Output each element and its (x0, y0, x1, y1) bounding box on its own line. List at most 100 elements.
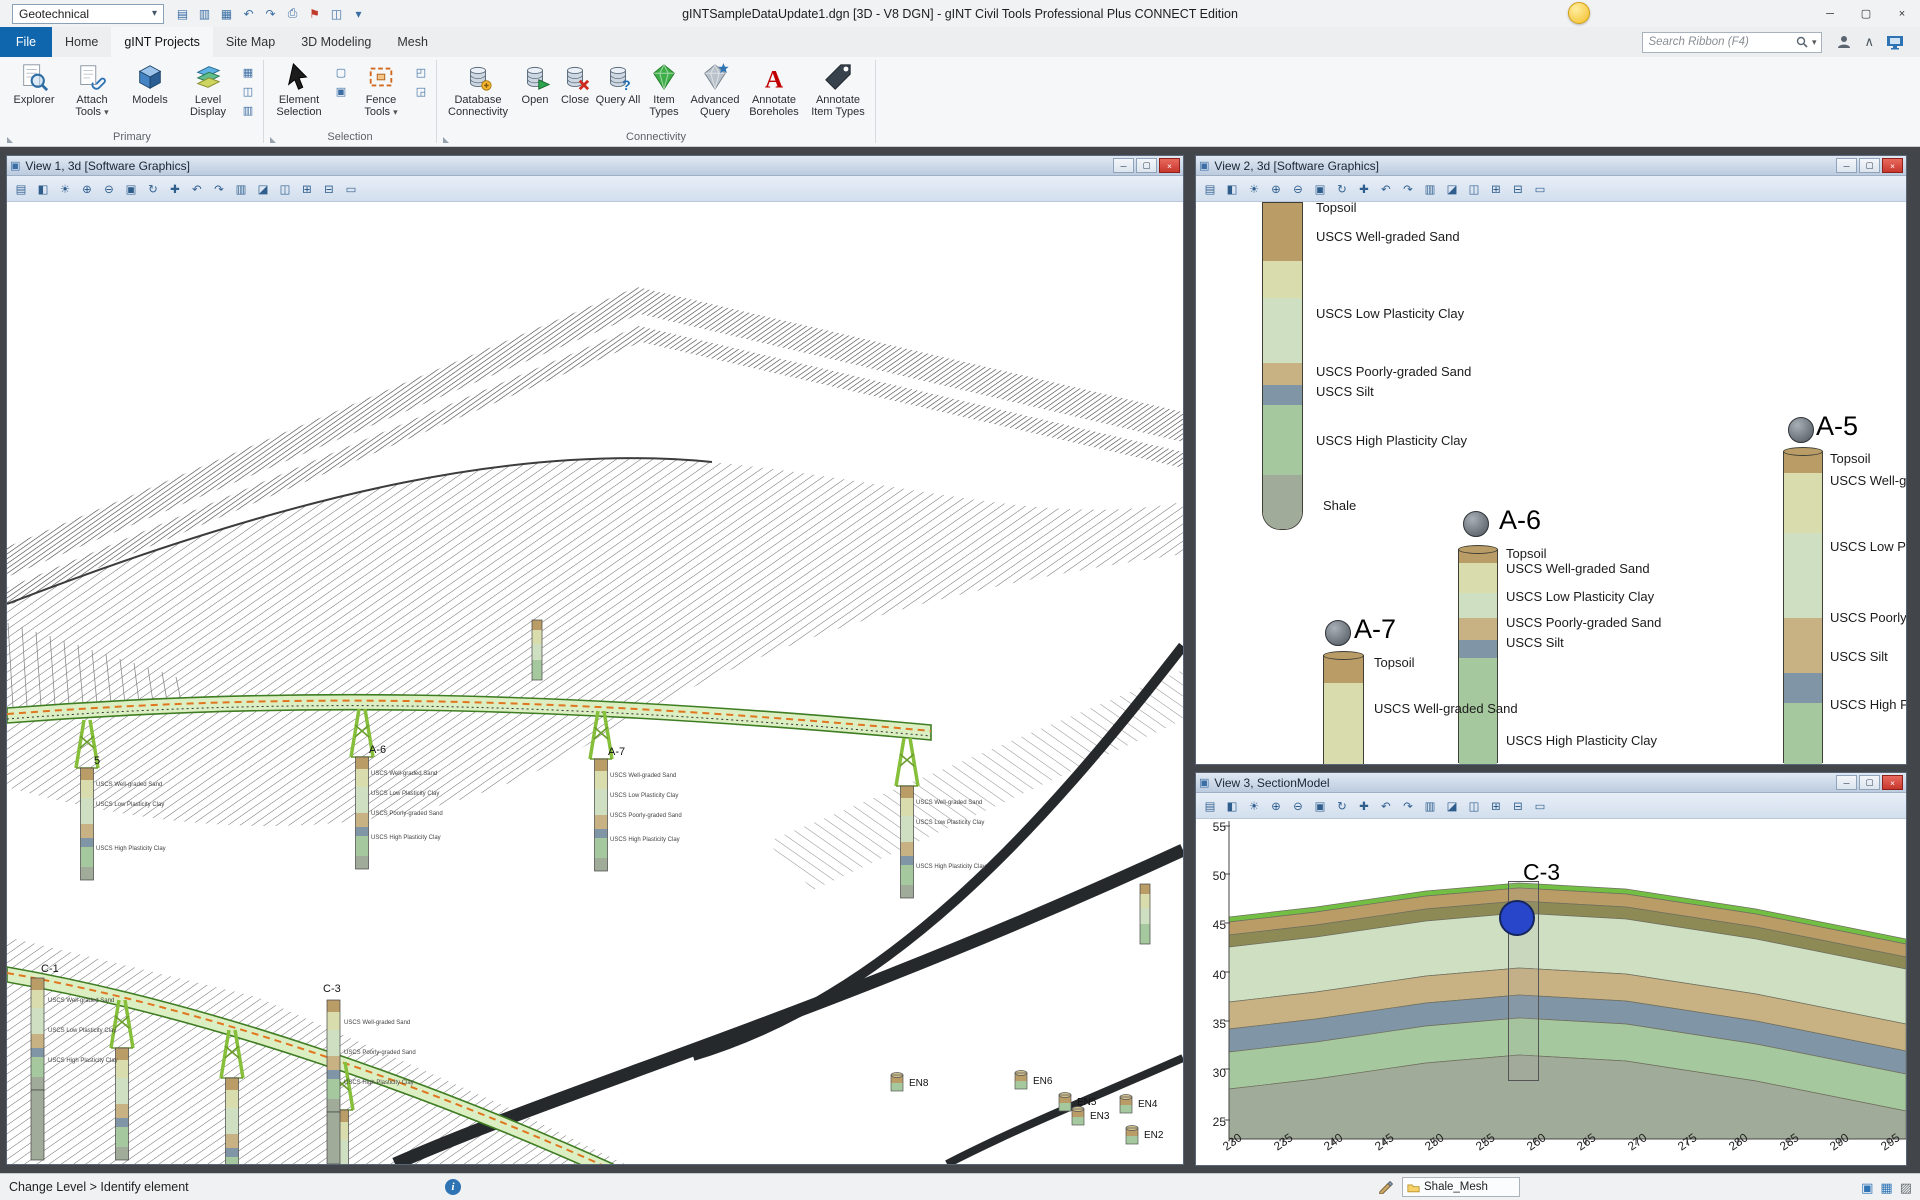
advanced-query-button[interactable]: Advanced Query (687, 59, 743, 118)
tab-mesh[interactable]: Mesh (384, 27, 441, 57)
close-button-db[interactable]: Close (555, 59, 595, 107)
tile-windows-icon[interactable]: ⊟ (319, 180, 339, 198)
fence-mode-icon[interactable]: ◲ (412, 83, 430, 99)
view-display-mode-icon[interactable]: ◧ (33, 180, 53, 198)
borehole-log-a5[interactable] (1783, 447, 1823, 764)
copy-view-icon[interactable]: ▥ (1420, 797, 1440, 815)
models-button[interactable]: Models (121, 59, 179, 107)
view-display-mode-icon[interactable]: ◧ (1222, 797, 1242, 815)
clip-mask-icon[interactable]: ◫ (1464, 180, 1484, 198)
qat-customize-icon[interactable]: ▾ (348, 3, 369, 24)
tab-gint-projects[interactable]: gINT Projects (111, 27, 213, 57)
zoom-out-icon[interactable]: ⊖ (99, 180, 119, 198)
tab-file[interactable]: File (0, 27, 52, 57)
borehole-marker[interactable] (1325, 620, 1351, 646)
connect-notification-icon[interactable] (1568, 2, 1590, 24)
clip-volume-icon[interactable]: ◪ (253, 180, 273, 198)
zoom-out-icon[interactable]: ⊖ (1288, 797, 1308, 815)
search-input[interactable] (1648, 36, 1792, 48)
print-icon[interactable]: ⎙ (282, 3, 303, 24)
annotate-item-types-button[interactable]: Annotate Item Types (805, 59, 871, 118)
close-button[interactable]: × (1884, 0, 1920, 27)
details-grid-icon[interactable]: ▨ (1900, 1180, 1912, 1196)
pan-view-icon[interactable]: ✚ (1354, 180, 1374, 198)
info-icon[interactable]: i (445, 1179, 461, 1195)
tile-windows-icon[interactable]: ⊟ (1508, 180, 1528, 198)
view2-canvas[interactable]: Topsoil USCS Well-graded Sand USCS Low P… (1196, 202, 1906, 764)
element-selection-button[interactable]: Element Selection (268, 59, 330, 118)
clip-mask-icon[interactable]: ◫ (1464, 797, 1484, 815)
adjust-brightness-icon[interactable]: ☀ (55, 180, 75, 198)
saved-views-icon[interactable]: ◫ (239, 83, 257, 99)
view-next-icon[interactable]: ↷ (1398, 180, 1418, 198)
user-icon[interactable] (1836, 34, 1852, 50)
ribbon-search-box[interactable]: ▾ (1642, 31, 1823, 53)
selection-mode-icon[interactable]: ▣ (332, 83, 350, 99)
view-minimize-button[interactable]: ─ (1836, 775, 1857, 790)
view-display-mode-icon[interactable]: ◧ (1222, 180, 1242, 198)
pencil-icon[interactable] (1378, 1179, 1394, 1197)
view-dialog-icon[interactable]: ▭ (1530, 180, 1550, 198)
tab-site-map[interactable]: Site Map (213, 27, 288, 57)
selection-set-icon[interactable]: ▣ (1861, 1180, 1873, 1196)
view-next-icon[interactable]: ↷ (1398, 797, 1418, 815)
minimize-button[interactable]: ─ (1812, 0, 1848, 27)
undo-icon[interactable]: ↶ (238, 3, 259, 24)
window-list-icon[interactable]: ▥ (239, 102, 257, 118)
pan-view-icon[interactable]: ✚ (1354, 797, 1374, 815)
panel-launcher-icon[interactable] (270, 137, 276, 143)
fit-view-icon[interactable]: ▣ (121, 180, 141, 198)
section-strata-bands[interactable] (1228, 882, 1906, 1140)
view3-canvas[interactable]: 55 50 45 40 35 30 25 230 235 240 245 250 255 260 265 2… (1196, 819, 1906, 1165)
view-restore-button[interactable]: ▢ (1859, 158, 1880, 173)
annotate-boreholes-button[interactable]: A Annotate Boreholes (743, 59, 805, 118)
copy-view-icon[interactable]: ▥ (231, 180, 251, 198)
view-minimize-button[interactable]: ─ (1113, 158, 1134, 173)
maximize-button[interactable]: ▢ (1848, 0, 1884, 27)
connect-advisor-icon[interactable] (1886, 35, 1904, 50)
view2-titlebar[interactable]: ▣ View 2, 3d [Software Graphics] ─ ▢ × (1196, 156, 1906, 176)
open-button[interactable]: Open (515, 59, 555, 107)
database-connectivity-button[interactable]: Database Connectivity (441, 59, 515, 118)
borehole-log-a6[interactable] (1458, 545, 1498, 764)
arrange-windows-icon[interactable]: ⊞ (1486, 180, 1506, 198)
rotate-view-icon[interactable]: ↻ (1332, 797, 1352, 815)
fence-tools-button[interactable]: Fence Tools ▾ (352, 59, 410, 118)
arrange-windows-icon[interactable]: ⊞ (297, 180, 317, 198)
clip-volume-icon[interactable]: ◪ (1442, 797, 1462, 815)
redo-icon[interactable]: ↷ (260, 3, 281, 24)
pan-view-icon[interactable]: ✚ (165, 180, 185, 198)
view-close-button[interactable]: × (1882, 775, 1903, 790)
search-caret-icon[interactable]: ▾ (1812, 37, 1817, 48)
query-all-button[interactable]: ? Query All (595, 59, 641, 107)
arrange-windows-icon[interactable]: ⊞ (1486, 797, 1506, 815)
level-manager-icon[interactable]: ▦ (239, 64, 257, 80)
level-display-button[interactable]: Level Display (179, 59, 237, 118)
fit-view-icon[interactable]: ▣ (1310, 797, 1330, 815)
view-restore-button[interactable]: ▢ (1136, 158, 1157, 173)
borehole-log-a7[interactable] (1323, 651, 1364, 764)
panel-launcher-icon[interactable] (7, 137, 13, 143)
tab-home[interactable]: Home (52, 27, 111, 57)
active-mesh-field[interactable]: Shale_Mesh (1402, 1177, 1520, 1197)
fit-view-icon[interactable]: ▣ (1310, 180, 1330, 198)
view-restore-button[interactable]: ▢ (1859, 775, 1880, 790)
fence-type-icon[interactable]: ◰ (412, 64, 430, 80)
zoom-in-icon[interactable]: ⊕ (77, 180, 97, 198)
clip-volume-icon[interactable]: ◪ (1442, 180, 1462, 198)
view3-titlebar[interactable]: ▣ View 3, SectionModel ─ ▢ × (1196, 773, 1906, 793)
view-previous-icon[interactable]: ↶ (187, 180, 207, 198)
workflow-selector[interactable]: Geotechnical ▾ (12, 3, 164, 24)
adjust-brightness-icon[interactable]: ☀ (1244, 797, 1264, 815)
attach-tools-button[interactable]: Attach Tools ▾ (63, 59, 121, 118)
save-settings-icon[interactable]: ▥ (194, 3, 215, 24)
view-attributes-icon[interactable]: ▤ (1200, 797, 1220, 815)
view-attributes-icon[interactable]: ▤ (1200, 180, 1220, 198)
tile-windows-icon[interactable]: ⊟ (1508, 797, 1528, 815)
clip-mask-icon[interactable]: ◫ (275, 180, 295, 198)
item-types-button[interactable]: Item Types (641, 59, 687, 118)
zoom-out-icon[interactable]: ⊖ (1288, 180, 1308, 198)
borehole-marker[interactable] (1463, 511, 1489, 537)
paste-icon[interactable]: ◫ (326, 3, 347, 24)
compress-icon[interactable]: ▦ (216, 3, 237, 24)
